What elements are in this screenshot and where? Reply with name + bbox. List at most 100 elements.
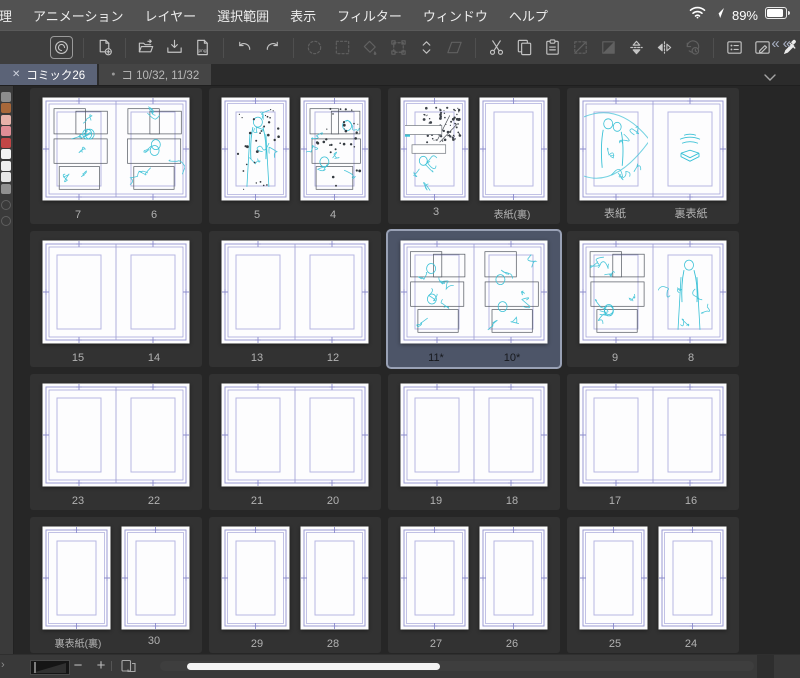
palette-swatch-4[interactable] — [1, 137, 11, 148]
horizontal-scrollbar-thumb[interactable] — [187, 662, 440, 670]
spread-25-24[interactable]: 25 24 — [567, 517, 739, 653]
spread-labels: 表紙 裏表紙 — [577, 205, 729, 221]
rotate-clock-icon[interactable] — [682, 37, 703, 58]
page-label: 裏表紙 — [674, 208, 708, 220]
spread-29-28[interactable]: 29 28 — [209, 517, 381, 653]
copy-icon[interactable] — [514, 37, 535, 58]
menu-item-7[interactable]: ヘルプ — [509, 6, 548, 25]
spread-3-表紙(裏)[interactable]: 3 表紙(裏) — [388, 88, 560, 224]
menu-item-4[interactable]: 表示 — [290, 6, 316, 25]
mask-fill-icon[interactable] — [598, 37, 619, 58]
page-label: 21 — [250, 495, 264, 507]
palette-swatch-2[interactable] — [1, 114, 11, 125]
palette-tool-icon-1[interactable] — [1, 215, 11, 226]
palette-tool-icon-0[interactable] — [1, 199, 11, 210]
page-label: 20 — [326, 495, 340, 507]
tab-bar: ✕ コミック26 ● コ 10/32, 11/32 — [0, 64, 800, 85]
transform-frame-icon[interactable] — [388, 37, 409, 58]
expand-panel-icon[interactable]: › — [1, 659, 5, 671]
palette-swatch-1[interactable] — [1, 103, 11, 113]
zoom-out-button[interactable]: − — [70, 656, 86, 676]
menu-item-0[interactable]: 理 — [0, 6, 12, 25]
spread-21-20[interactable]: 21 20 — [209, 374, 381, 510]
cut-icon[interactable] — [486, 37, 507, 58]
zoom-in-button[interactable]: + — [93, 656, 109, 676]
palette-swatch-3[interactable] — [1, 126, 11, 136]
palette-swatch-0[interactable] — [1, 91, 11, 102]
horizontal-scrollbar-track[interactable] — [160, 661, 754, 671]
flip-horizontal-icon[interactable] — [654, 37, 675, 58]
palette-swatch-6[interactable] — [1, 160, 11, 171]
page-label: 7 — [74, 209, 82, 221]
spread-labels: 54 — [219, 209, 371, 221]
spread-27-26[interactable]: 27 26 — [388, 517, 560, 653]
menu-item-2[interactable]: レイヤー — [145, 6, 197, 25]
toolbar-divider — [293, 37, 294, 58]
edit-window-icon[interactable] — [752, 37, 773, 58]
new-page-icon[interactable] — [94, 37, 115, 58]
spread-9-8[interactable]: 98 — [567, 231, 739, 367]
spread-labels: 3 表紙(裏) — [398, 206, 550, 221]
page-label: 29 — [250, 638, 264, 650]
zoom-slider-handle[interactable] — [34, 662, 36, 673]
menu-item-5[interactable]: フィルター — [337, 6, 402, 25]
spread-labels: 27 26 — [398, 638, 550, 650]
spread-11*-10*[interactable]: 11* 10* — [388, 231, 560, 367]
expand-updown-icon[interactable] — [416, 37, 437, 58]
skew-transform-icon[interactable] — [444, 37, 465, 58]
document-tab-0[interactable]: ✕ コミック26 — [0, 64, 98, 85]
panel-settings-icon[interactable] — [724, 37, 745, 58]
page-label: 28 — [326, 638, 340, 650]
page-label: 9 — [611, 352, 619, 364]
fill-tool-icon[interactable] — [360, 37, 381, 58]
menu-item-6[interactable]: ウィンドウ — [423, 6, 488, 25]
spread-13-12[interactable]: 13 12 — [209, 231, 381, 367]
spread-19-18[interactable]: 19 18 — [388, 374, 560, 510]
collapse-panels-icon[interactable]: «« — [771, 35, 794, 52]
palette-swatch-8[interactable] — [1, 183, 11, 194]
spread-15-14[interactable]: 15 14 — [30, 231, 202, 367]
page-label: 11* — [428, 352, 444, 364]
toolbar: png «« — [0, 30, 800, 64]
crop-frame-icon[interactable] — [570, 37, 591, 58]
location-icon — [713, 6, 725, 24]
spread-裏表紙(裏)-30[interactable]: 裏表紙(裏) 30 — [30, 517, 202, 653]
menu-item-3[interactable]: 選択範囲 — [217, 6, 269, 25]
palette-swatch-7[interactable] — [1, 172, 11, 182]
spread-23-22[interactable]: 23 22 — [30, 374, 202, 510]
palette-swatch-5[interactable] — [1, 149, 11, 159]
spread-5-4[interactable]: 54 — [209, 88, 381, 224]
app-logo-icon[interactable] — [50, 36, 73, 59]
document-tab-1[interactable]: ● コ 10/32, 11/32 — [99, 64, 212, 85]
save-export-icon[interactable] — [164, 37, 185, 58]
wifi-icon — [689, 6, 706, 24]
bottom-bar: › − + — [0, 654, 800, 678]
deselect-icon[interactable] — [304, 37, 325, 58]
undo-icon[interactable] — [234, 37, 255, 58]
flip-vertical-icon[interactable] — [626, 37, 647, 58]
paste-icon[interactable] — [542, 37, 563, 58]
page-label: 24 — [684, 638, 698, 650]
tab-label: コ 10/32, 11/32 — [121, 69, 200, 82]
toolbar-divider — [223, 37, 224, 58]
spread-labels: 29 28 — [219, 638, 371, 650]
toolbar-divider — [83, 37, 84, 58]
redo-icon[interactable] — [262, 37, 283, 58]
spread-表紙-裏表紙[interactable]: 表紙 裏表紙 — [567, 88, 739, 224]
spread-labels: 23 22 — [40, 495, 192, 507]
export-png-icon[interactable]: png — [192, 37, 213, 58]
spread-7-6[interactable]: 76 — [30, 88, 202, 224]
page-label: 25 — [608, 638, 622, 650]
left-palette-strip[interactable] — [0, 86, 14, 654]
pages-view-icon[interactable] — [121, 659, 136, 678]
select-rect-icon[interactable] — [332, 37, 353, 58]
battery-icon — [765, 6, 790, 24]
open-file-icon[interactable] — [136, 37, 157, 58]
menu-item-1[interactable]: アニメーション — [33, 6, 123, 25]
tab-close-icon[interactable]: ✕ — [12, 69, 20, 80]
spread-17-16[interactable]: 17 16 — [567, 374, 739, 510]
page-label: 30 — [147, 635, 161, 647]
zoom-slider[interactable] — [30, 660, 70, 675]
page-label: 3 — [432, 206, 440, 218]
bottombar-divider — [111, 661, 112, 671]
